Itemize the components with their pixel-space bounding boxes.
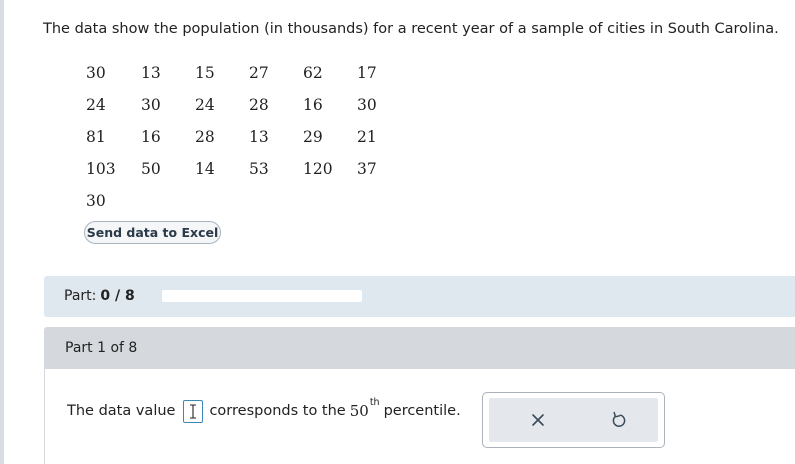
- data-row: 24 30 24 28 16 30: [76, 89, 397, 121]
- data-cell: 28: [249, 96, 269, 114]
- data-row: 30 13 15 27 62 17: [76, 57, 397, 89]
- data-cell: 24: [195, 96, 215, 114]
- problem-intro: The data show the population (in thousan…: [43, 21, 779, 37]
- data-cell: [357, 185, 397, 217]
- data-cell: 14: [195, 160, 215, 178]
- progress-count: 0 / 8: [100, 288, 135, 304]
- data-cell: 28: [195, 128, 215, 146]
- send-to-excel-button[interactable]: Send data to Excel: [84, 221, 221, 244]
- progress-label: Part: 0 / 8: [64, 288, 135, 304]
- question-end: percentile.: [383, 403, 461, 419]
- data-cell: [195, 185, 249, 217]
- data-cell: 120: [303, 160, 333, 178]
- percentile-value: 50: [349, 402, 369, 420]
- close-icon: [532, 414, 544, 426]
- part-header: Part 1 of 8: [44, 327, 795, 369]
- answer-actions: [482, 392, 665, 448]
- data-cell: 16: [303, 96, 323, 114]
- part-title: Part 1 of 8: [65, 340, 138, 356]
- data-cell: 53: [249, 160, 269, 178]
- data-cell: 103: [86, 160, 116, 178]
- question-middle: corresponds to the: [209, 403, 346, 419]
- data-cell: 13: [249, 128, 269, 146]
- percentile-suffix: th: [369, 396, 380, 408]
- data-row: 30: [76, 185, 397, 217]
- data-cell: [249, 185, 303, 217]
- data-cell: 37: [357, 160, 377, 178]
- data-cell: 13: [141, 64, 161, 82]
- data-cell: [140, 185, 195, 217]
- data-row: 81 16 28 13 29 21: [76, 121, 397, 153]
- data-cell: 30: [141, 96, 161, 114]
- data-cell: 24: [86, 96, 106, 114]
- undo-icon: [612, 411, 626, 427]
- question-prefix: The data value: [67, 403, 176, 419]
- data-row: 103 50 14 53 120 37: [76, 153, 397, 185]
- data-cell: 30: [86, 192, 106, 210]
- data-cell: 30: [357, 96, 377, 114]
- text-cursor-icon: [190, 403, 197, 419]
- data-cell: 21: [357, 128, 377, 146]
- undo-button[interactable]: [589, 398, 649, 442]
- data-cell: 17: [357, 64, 377, 82]
- data-cell: 15: [195, 64, 215, 82]
- data-table: 30 13 15 27 62 17 24 30 24 28 16 30 81 16 28 13 29 21 103 5…: [76, 57, 397, 217]
- data-cell: 81: [86, 128, 106, 146]
- clear-button[interactable]: [508, 398, 568, 442]
- progress-bar: [162, 290, 362, 302]
- answer-input[interactable]: [183, 399, 204, 423]
- data-cell: [303, 185, 357, 217]
- data-cell: 29: [303, 128, 323, 146]
- progress-panel: Part: 0 / 8: [44, 276, 795, 317]
- left-edge-strip: [0, 0, 4, 464]
- answer-actions-panel: [489, 398, 658, 442]
- data-cell: 16: [141, 128, 161, 146]
- data-cell: 62: [303, 64, 323, 82]
- progress-label-text: Part:: [64, 288, 97, 304]
- data-cell: 27: [249, 64, 269, 82]
- question-line: The data value corresponds to the 50th p…: [67, 396, 461, 424]
- data-cell: 50: [141, 160, 161, 178]
- data-cell: 30: [86, 64, 106, 82]
